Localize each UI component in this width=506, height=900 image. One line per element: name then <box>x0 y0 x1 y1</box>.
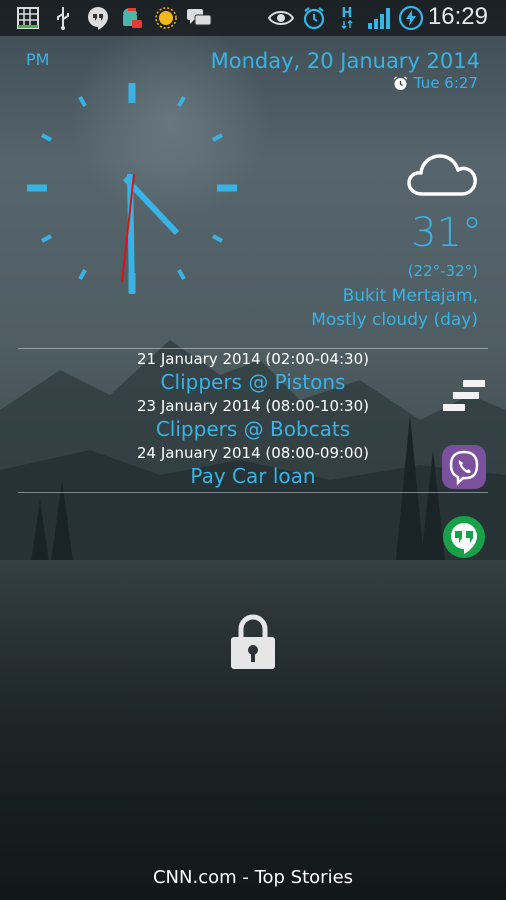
hangouts-icon[interactable] <box>441 514 487 560</box>
status-bar: H 16:29 <box>0 0 506 36</box>
padlock-icon[interactable] <box>228 614 278 670</box>
calendar-events: 21 January 2014 (02:00-04:30) Clippers @… <box>0 348 506 489</box>
clock-period: PM <box>26 50 50 69</box>
analog-clock[interactable] <box>22 78 242 298</box>
weather-location: Bukit Mertajam, <box>342 286 478 306</box>
alarm-clock-icon <box>393 75 408 90</box>
event-item[interactable]: 24 January 2014 (08:00-09:00) Pay Car lo… <box>0 442 506 489</box>
hangouts-icon <box>86 6 110 30</box>
status-time: 16:29 <box>427 3 488 30</box>
event-item[interactable]: 21 January 2014 (02:00-04:30) Clippers @… <box>0 348 506 395</box>
weather-condition: Mostly cloudy (day) <box>311 310 478 330</box>
event-title: Clippers @ Bobcats <box>155 417 351 441</box>
temperature[interactable]: 31° <box>411 210 482 256</box>
event-title: Clippers @ Pistons <box>160 370 346 394</box>
next-alarm[interactable]: Tue 6:27 <box>393 74 478 92</box>
event-date: 21 January 2014 (02:00-04:30) <box>136 350 369 368</box>
temperature-range: (22°-32°) <box>407 262 478 280</box>
alarm-label: Tue 6:27 <box>413 74 478 92</box>
android-debug-icon <box>118 6 144 30</box>
event-title: Pay Car loan <box>190 464 316 488</box>
grid-icon <box>16 6 40 30</box>
alarm-icon <box>302 6 326 30</box>
background-water <box>0 630 506 900</box>
usb-icon <box>52 6 74 30</box>
event-item[interactable]: 23 January 2014 (08:00-10:30) Clippers @… <box>0 395 506 442</box>
events-bottom-divider <box>18 492 488 493</box>
event-date: 24 January 2014 (08:00-09:00) <box>136 444 369 462</box>
eye-icon <box>268 6 294 30</box>
weather-sun-icon <box>154 6 178 30</box>
weather-location-block: Bukit Mertajam, Mostly cloudy (day) <box>311 284 478 332</box>
network-h-icon: H <box>336 6 358 30</box>
chat-icon <box>186 6 212 30</box>
menu-icon[interactable] <box>441 376 487 422</box>
event-date: 23 January 2014 (08:00-10:30) <box>136 397 369 415</box>
battery-charging-icon <box>398 5 424 31</box>
viber-icon[interactable] <box>441 444 487 490</box>
cloud-icon <box>407 154 477 196</box>
date-label: Monday, 20 January 2014 <box>210 49 480 73</box>
news-ticker[interactable]: CNN.com - Top Stories <box>0 867 506 888</box>
signal-icon <box>366 6 394 30</box>
network-type-label: H <box>341 6 353 21</box>
